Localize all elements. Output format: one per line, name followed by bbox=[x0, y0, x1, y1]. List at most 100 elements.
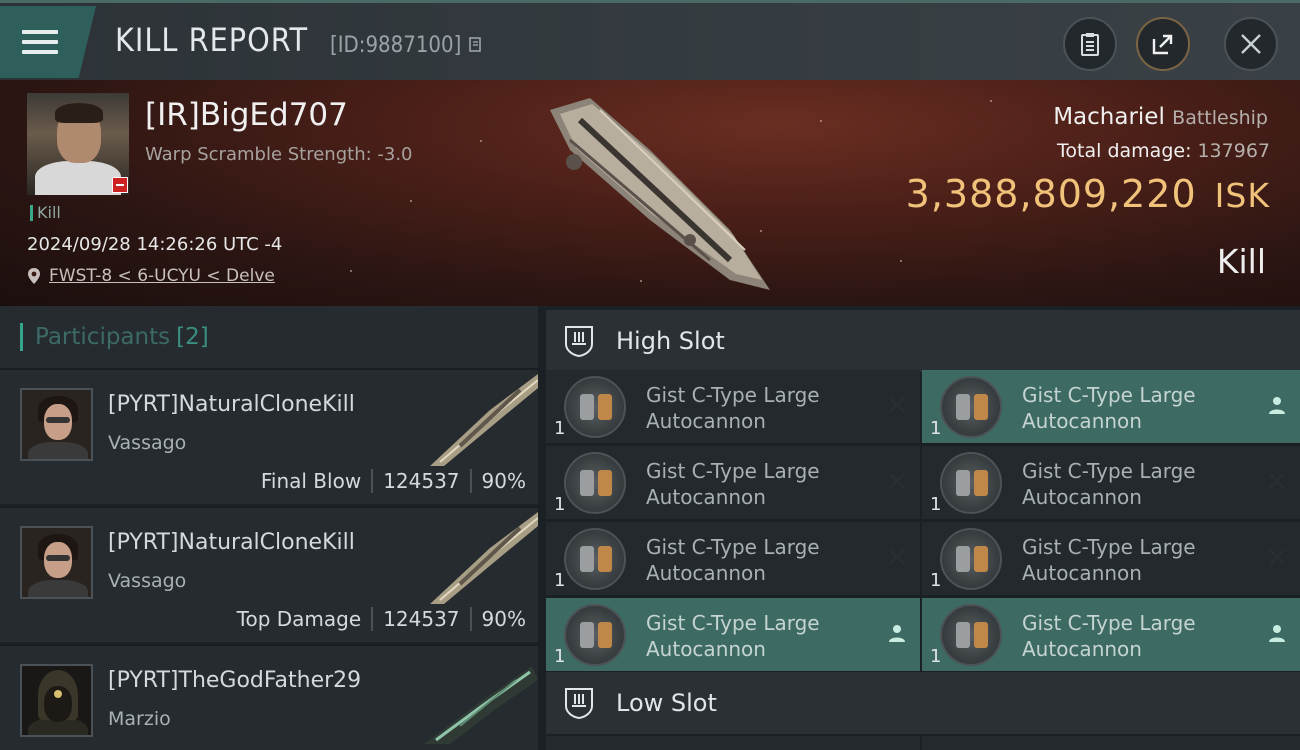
copy-icon bbox=[468, 37, 481, 52]
page-title: KILL REPORT bbox=[115, 21, 309, 59]
ship-class: Battleship bbox=[1172, 107, 1268, 129]
destroyed-x-icon bbox=[889, 549, 905, 565]
module-name: Gist C-Type Large Autocannon bbox=[1022, 535, 1196, 585]
isk-unit: ISK bbox=[1214, 176, 1270, 215]
participant-ship-image bbox=[430, 512, 538, 604]
module-item[interactable]: 1 Gist C-Type Large Autocannon bbox=[922, 598, 1300, 671]
destroyed-x-icon bbox=[1269, 473, 1285, 489]
high-slot-label: High Slot bbox=[616, 327, 725, 355]
module-item-partial[interactable] bbox=[922, 736, 1300, 750]
participant-name: [PYRT]TheGodFather29 bbox=[108, 668, 362, 693]
module-name: Gist C-Type Large Autocannon bbox=[646, 459, 820, 509]
module-item[interactable]: 1 Gist C-Type Large Autocannon bbox=[922, 446, 1300, 519]
participant-damage: 124537 bbox=[383, 469, 460, 493]
shield-slot-icon bbox=[565, 326, 593, 358]
module-quantity: 1 bbox=[930, 494, 942, 515]
module-quantity: 1 bbox=[930, 646, 942, 667]
participant-stats: Final Blow 124537 90% bbox=[261, 469, 526, 493]
victim-ship-image bbox=[550, 98, 770, 290]
module-name: Gist C-Type Large Autocannon bbox=[1022, 611, 1196, 661]
module-quantity: 1 bbox=[930, 418, 942, 439]
module-item[interactable]: 1 Gist C-Type Large Autocannon bbox=[546, 370, 920, 443]
autocannon-icon bbox=[940, 528, 1002, 590]
share-button[interactable] bbox=[1136, 17, 1190, 71]
location-link[interactable]: FWST-8 < 6-UCYU < Delve bbox=[49, 266, 275, 286]
friendly-standing-icon: ★ bbox=[92, 736, 93, 737]
participant-name: [PYRT]NaturalCloneKill bbox=[108, 392, 355, 417]
kill-datetime: 2024/09/28 14:26:26 UTC -4 bbox=[27, 234, 283, 255]
destroyed-x-icon bbox=[889, 473, 905, 489]
module-item[interactable]: 1 Gist C-Type Large Autocannon bbox=[546, 446, 920, 519]
hostile-standing-icon bbox=[112, 177, 128, 193]
module-item[interactable]: 1 Gist C-Type Large Autocannon bbox=[922, 370, 1300, 443]
participant-card[interactable]: [PYRT]NaturalCloneKill Vassago Top Damag… bbox=[0, 506, 538, 642]
participant-ship: Vassago bbox=[108, 432, 187, 454]
clipboard-button[interactable] bbox=[1063, 17, 1117, 71]
participant-percent: 90% bbox=[481, 607, 526, 631]
participant-avatar[interactable]: ★ bbox=[20, 664, 93, 737]
top-bar: KILL REPORT [ID:9887100] bbox=[0, 0, 1300, 80]
kill-location[interactable]: FWST-8 < 6-UCYU < Delve bbox=[27, 266, 275, 286]
isk-amount: 3,388,809,220 bbox=[905, 172, 1197, 216]
module-name: Gist C-Type Large Autocannon bbox=[646, 383, 820, 433]
module-item[interactable]: 1 Gist C-Type Large Autocannon bbox=[546, 522, 920, 595]
module-name: Gist C-Type Large Autocannon bbox=[646, 535, 820, 585]
participant-name: [PYRT]NaturalCloneKill bbox=[108, 530, 355, 555]
module-item[interactable]: 1 Gist C-Type Large Autocannon bbox=[546, 598, 920, 671]
module-quantity: 1 bbox=[554, 418, 566, 439]
share-icon bbox=[1152, 34, 1173, 55]
location-pin-icon bbox=[28, 268, 40, 284]
kill-tag: Kill bbox=[30, 205, 61, 221]
victim-summary: [IR]BigEd707 Warp Scramble Strength: -3.… bbox=[0, 80, 1300, 306]
participant-card[interactable]: ★ [PYRT]TheGodFather29 Marzio bbox=[0, 644, 538, 750]
isk-value: 3,388,809,220 ISK bbox=[906, 172, 1270, 216]
dropped-person-icon bbox=[1269, 625, 1285, 642]
participant-ship: Marzio bbox=[108, 708, 171, 730]
participant-percent: 90% bbox=[481, 469, 526, 493]
close-icon bbox=[1241, 34, 1261, 54]
participant-damage: 124537 bbox=[383, 607, 460, 631]
autocannon-icon bbox=[940, 376, 1002, 438]
module-quantity: 1 bbox=[554, 646, 566, 667]
module-name: Gist C-Type Large Autocannon bbox=[646, 611, 820, 661]
autocannon-icon bbox=[564, 528, 626, 590]
report-id-text: [ID:9887100] bbox=[330, 33, 462, 58]
report-id[interactable]: [ID:9887100] bbox=[330, 33, 484, 58]
participant-card[interactable]: [PYRT]NaturalCloneKill Vassago Final Blo… bbox=[0, 368, 538, 504]
autocannon-icon bbox=[564, 604, 626, 666]
total-damage-label: Total damage: bbox=[1057, 140, 1192, 162]
autocannon-icon bbox=[564, 452, 626, 514]
victim-ship[interactable]: Machariel Battleship bbox=[1053, 104, 1268, 130]
close-button[interactable] bbox=[1224, 17, 1278, 71]
module-name: Gist C-Type Large Autocannon bbox=[1022, 383, 1196, 433]
warp-scramble-strength: Warp Scramble Strength: -3.0 bbox=[145, 144, 413, 165]
participant-avatar[interactable] bbox=[20, 526, 93, 599]
menu-button[interactable] bbox=[0, 6, 96, 78]
kill-result: Kill bbox=[1216, 242, 1266, 281]
module-quantity: 1 bbox=[930, 570, 942, 591]
low-slot-label: Low Slot bbox=[616, 689, 717, 717]
autocannon-icon bbox=[940, 604, 1002, 666]
participant-ship-image bbox=[424, 666, 538, 744]
module-quantity: 1 bbox=[554, 570, 566, 591]
module-item[interactable]: 1 Gist C-Type Large Autocannon bbox=[922, 522, 1300, 595]
autocannon-icon bbox=[940, 452, 1002, 514]
low-slot-header: Low Slot bbox=[546, 672, 1300, 734]
dropped-person-icon bbox=[889, 625, 905, 642]
module-name: Gist C-Type Large Autocannon bbox=[1022, 459, 1196, 509]
total-damage: Total damage: 137967 bbox=[1057, 140, 1270, 162]
menu-icon bbox=[22, 24, 58, 60]
fitting-panel: High Slot 1 Gist C-Type Large Autocannon … bbox=[538, 306, 1300, 750]
module-item-partial[interactable] bbox=[546, 736, 920, 750]
ship-name: Machariel bbox=[1053, 104, 1165, 130]
victim-name[interactable]: [IR]BigEd707 bbox=[145, 97, 348, 133]
destroyed-x-icon bbox=[889, 397, 905, 413]
participant-role: Top Damage bbox=[236, 607, 362, 631]
dropped-person-icon bbox=[1269, 397, 1285, 414]
participants-panel: Participants [2] [PYRT]NaturalCloneKill … bbox=[0, 306, 538, 750]
participants-count: [2] bbox=[176, 324, 209, 350]
participant-stats: Top Damage 124537 90% bbox=[237, 607, 526, 631]
participant-avatar[interactable] bbox=[20, 388, 93, 461]
module-quantity: 1 bbox=[554, 494, 566, 515]
shield-slot-icon bbox=[565, 688, 593, 720]
